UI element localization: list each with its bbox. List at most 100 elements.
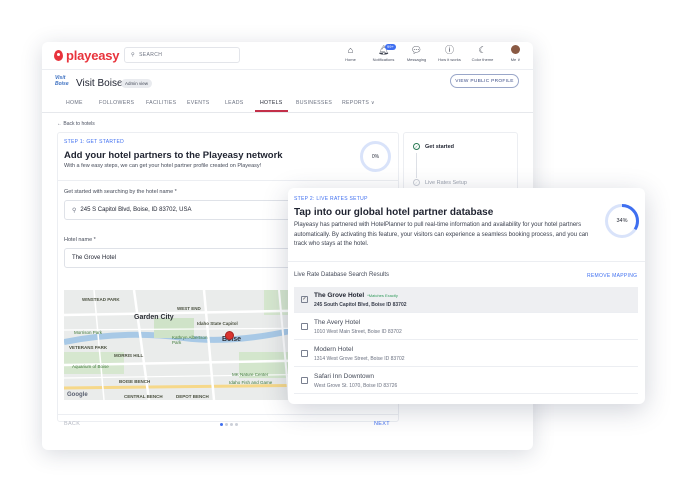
result-address: 1010 West Main Street, Boise ID 83702 bbox=[314, 329, 402, 335]
home-icon: ⌂ bbox=[347, 45, 354, 55]
step-connector bbox=[416, 153, 417, 178]
nav-me[interactable]: Me ∨ bbox=[499, 45, 532, 62]
results-label: Live Rate Database Search Results bbox=[294, 272, 390, 278]
result-row[interactable]: Modern Hotel 1314 West Grove Street, Boi… bbox=[294, 341, 638, 367]
check-icon: ✓ bbox=[413, 179, 420, 186]
logo-text: playeasy bbox=[66, 48, 120, 63]
step2-description: Playeasy has partnered with HotelPlanner… bbox=[294, 222, 589, 247]
tab-home[interactable]: HOME bbox=[66, 100, 83, 106]
map-label: Kathryn Albertson Park bbox=[172, 335, 208, 345]
result-checkbox[interactable] bbox=[301, 323, 308, 330]
step-item-get-started[interactable]: ✓ Get started bbox=[413, 143, 454, 150]
result-row[interactable]: ✓ The Grove Hotel *Matches Exactly 245 So… bbox=[294, 287, 638, 313]
nav-how-label: How it works bbox=[438, 57, 461, 62]
map-label: CENTRAL BENCH bbox=[124, 394, 163, 399]
playeasy-logo[interactable]: playeasy bbox=[54, 48, 120, 63]
tab-businesses[interactable]: BUSINESSES bbox=[296, 100, 332, 106]
nav-color-theme[interactable]: ☾ Color theme bbox=[466, 45, 499, 62]
map-label: Morrison Park bbox=[74, 330, 103, 335]
result-name: The Grove Hotel *Matches Exactly bbox=[314, 292, 398, 299]
exact-match-tag: *Matches Exactly bbox=[367, 293, 398, 298]
hotel-name-value: The Grove Hotel bbox=[72, 255, 117, 261]
result-name-text: The Grove Hotel bbox=[314, 292, 365, 299]
step-item-label: Live Rates Setup bbox=[425, 179, 467, 186]
map-label: BOISE BENCH bbox=[119, 379, 151, 384]
org-name: Visit Boise bbox=[76, 78, 123, 89]
help-icon: ⓘ bbox=[444, 45, 454, 55]
wizard-footer: BACK NEXT bbox=[57, 414, 399, 434]
step1-label: STEP 1: GET STARTED bbox=[64, 139, 125, 145]
step-item-live-rates[interactable]: ✓ Live Rates Setup bbox=[413, 179, 467, 186]
next-button[interactable]: NEXT bbox=[374, 421, 390, 427]
map-label: MK Nature Center bbox=[232, 372, 269, 377]
result-checkbox[interactable] bbox=[301, 350, 308, 357]
admin-view-badge: Admin view bbox=[121, 79, 153, 88]
nav-me-label: Me ∨ bbox=[510, 57, 521, 62]
remove-mapping-button[interactable]: REMOVE MAPPING bbox=[587, 273, 637, 279]
step1-progress-ring: 0% bbox=[360, 141, 391, 172]
step1-progress-text: 0% bbox=[371, 153, 380, 160]
org-tabs: HOME FOLLOWERS FACILITIES EVENTS LEADS H… bbox=[42, 97, 533, 113]
result-row[interactable]: Safari Inn Downtown West Grove St. 1070,… bbox=[294, 368, 638, 394]
result-checkbox[interactable]: ✓ bbox=[301, 296, 308, 303]
map-label: Idaho Fish and Game bbox=[229, 380, 273, 385]
step-dot bbox=[230, 423, 233, 426]
step2-label: STEP 2: LIVE RATES SETUP bbox=[294, 196, 368, 202]
tab-hotels[interactable]: HOTELS bbox=[255, 100, 288, 112]
nav-home[interactable]: ⌂ Home bbox=[334, 45, 367, 62]
nav-notifications[interactable]: 🔔︎ 99+ Notifications bbox=[367, 44, 400, 62]
visit-boise-logo: Visit Boise bbox=[55, 75, 69, 87]
top-navbar: playeasy ⚲ SEARCH ⌂ Home 🔔︎ 99+ Notifica… bbox=[42, 42, 533, 70]
result-address: West Grove St. 1070, Boise ID 83726 bbox=[314, 383, 398, 389]
tab-events[interactable]: EVENTS bbox=[187, 100, 210, 106]
result-row[interactable]: The Avery Hotel 1010 West Main Street, B… bbox=[294, 314, 638, 340]
hotel-address-value: 245 S Capitol Blvd, Boise, ID 83702, USA bbox=[80, 207, 192, 213]
result-name: Modern Hotel bbox=[314, 346, 354, 353]
nav-messaging-label: Messaging bbox=[406, 57, 427, 62]
result-checkbox[interactable] bbox=[301, 377, 308, 384]
nav-notifications-label: Notifications bbox=[372, 57, 395, 62]
tab-reports[interactable]: REPORTS ∨ bbox=[342, 100, 375, 106]
map-label: Aquarium of Boise bbox=[72, 364, 109, 369]
google-logo: Google bbox=[67, 392, 88, 398]
top-nav-icons: ⌂ Home 🔔︎ 99+ Notifications 💬︎ Messaging… bbox=[334, 44, 532, 62]
org-header: Visit Boise Visit Boise Admin view VIEW P… bbox=[42, 70, 533, 97]
divider bbox=[288, 261, 645, 262]
step1-title: Add your hotel partners to the Playeasy … bbox=[64, 150, 283, 161]
search-icon: ⚲ bbox=[131, 52, 136, 58]
map-label: MORRIS HILL bbox=[114, 353, 144, 358]
map-label: Idaho State Capitol bbox=[197, 321, 238, 326]
moon-icon: ☾ bbox=[478, 45, 487, 55]
check-icon: ✓ bbox=[413, 143, 420, 150]
step-dots bbox=[220, 423, 238, 426]
search-placeholder: SEARCH bbox=[139, 52, 163, 58]
notification-badge: 99+ bbox=[385, 44, 396, 50]
step-dot bbox=[235, 423, 238, 426]
search-input[interactable]: ⚲ SEARCH bbox=[124, 47, 240, 63]
hotel-name-label: Hotel name * bbox=[64, 237, 96, 243]
nav-messaging[interactable]: 💬︎ Messaging bbox=[400, 45, 433, 62]
step-item-label: Get started bbox=[425, 143, 455, 150]
tab-facilities[interactable]: FACILITIES bbox=[146, 100, 176, 106]
view-public-profile-button[interactable]: VIEW PUBLIC PROFILE bbox=[450, 74, 519, 88]
tab-leads[interactable]: LEADS bbox=[225, 100, 244, 106]
back-button[interactable]: BACK bbox=[64, 421, 80, 427]
map-label: DEPOT BENCH bbox=[176, 394, 209, 399]
result-name: The Avery Hotel bbox=[314, 319, 361, 326]
location-pin-icon bbox=[54, 50, 63, 61]
map-label: VETERANS PARK bbox=[69, 345, 108, 350]
map-label: WEST END bbox=[177, 306, 201, 311]
live-rates-setup-card: STEP 2: LIVE RATES SETUP Tap into our gl… bbox=[288, 188, 645, 404]
avatar-icon bbox=[511, 45, 520, 54]
progress-arc bbox=[605, 204, 639, 238]
map-pin-icon[interactable] bbox=[225, 331, 234, 340]
back-to-hotels-link[interactable]: ← Back to hotels bbox=[57, 121, 95, 127]
result-address: 1314 West Grove Street, Boise ID 83702 bbox=[314, 356, 405, 362]
nav-theme-label: Color theme bbox=[471, 57, 494, 62]
step1-subtitle: With a few easy steps, we can get your h… bbox=[64, 163, 262, 169]
tab-followers[interactable]: FOLLOWERS bbox=[99, 100, 134, 106]
nav-home-label: Home bbox=[345, 57, 356, 62]
result-name: Safari Inn Downtown bbox=[314, 373, 374, 380]
map-label: Garden City bbox=[134, 314, 174, 321]
nav-how-it-works[interactable]: ⓘ How it works bbox=[433, 45, 466, 62]
